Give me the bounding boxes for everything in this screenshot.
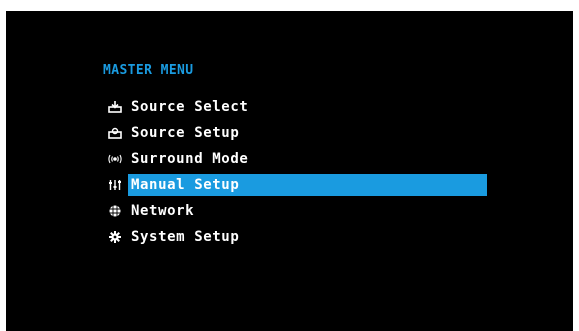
menu-item-source-select[interactable]: Source Select [102, 96, 502, 118]
menu-item-network[interactable]: Network [102, 200, 502, 222]
menu-item-label: Manual Setup [128, 174, 487, 196]
menu-item-manual-setup[interactable]: Manual Setup [102, 174, 502, 196]
menu-item-source-setup[interactable]: Source Setup [102, 122, 502, 144]
master-menu-list: Source Select Source Setup Surround Mode [102, 96, 502, 252]
system-setup-icon [102, 226, 128, 248]
menu-title: MASTER MENU [103, 63, 194, 78]
menu-item-label: Source Select [131, 99, 249, 115]
menu-item-label: Source Setup [131, 125, 240, 141]
tv-screen: MASTER MENU Source Select Source Setup S… [6, 11, 573, 331]
menu-item-system-setup[interactable]: System Setup [102, 226, 502, 248]
network-icon [102, 200, 128, 222]
manual-setup-icon [102, 174, 128, 196]
menu-item-label: Network [131, 203, 195, 219]
menu-item-surround-mode[interactable]: Surround Mode [102, 148, 502, 170]
menu-item-label: Surround Mode [131, 151, 249, 167]
source-setup-icon [102, 122, 128, 144]
source-select-icon [102, 96, 128, 118]
surround-mode-icon [102, 148, 128, 170]
menu-item-label: System Setup [131, 229, 240, 245]
